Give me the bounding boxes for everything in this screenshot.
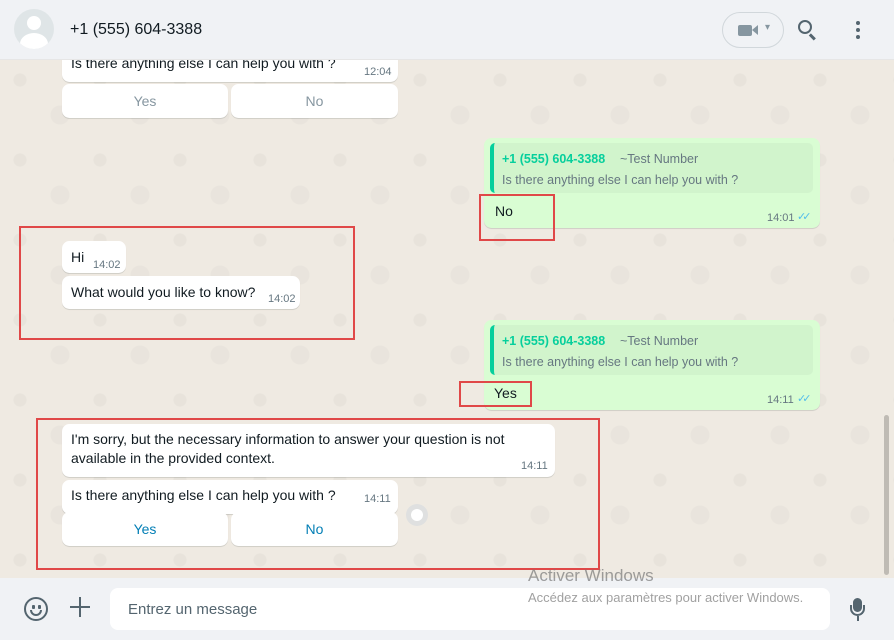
quote-text: Is there anything else I can help you wi… bbox=[502, 355, 739, 369]
quote-sender: +1 (555) 604-3388 bbox=[502, 334, 606, 348]
quick-reply-yes-button[interactable]: Yes bbox=[62, 84, 228, 118]
quote-text: Is there anything else I can help you wi… bbox=[502, 173, 739, 187]
contact-name[interactable]: +1 (555) 604-3388 bbox=[70, 21, 202, 39]
windows-activation-title: Activer Windows bbox=[528, 566, 654, 585]
windows-activation-subtitle: Accédez aux paramètres pour activer Wind… bbox=[528, 590, 804, 605]
quoted-message[interactable]: +1 (555) 604-3388 ~Test Number Is there … bbox=[490, 143, 813, 193]
quick-reply-no-button[interactable]: No bbox=[231, 84, 398, 118]
highlight-box bbox=[459, 381, 532, 407]
menu-icon[interactable] bbox=[849, 18, 867, 42]
quoted-message[interactable]: +1 (555) 604-3388 ~Test Number Is there … bbox=[490, 325, 813, 375]
quote-sender-alias: ~Test Number bbox=[620, 152, 699, 166]
chat-area[interactable]: Is there anything else I can help you wi… bbox=[0, 60, 894, 578]
microphone-icon[interactable] bbox=[850, 598, 866, 622]
message-bubble-outgoing: +1 (555) 604-3388 ~Test Number Is there … bbox=[484, 320, 820, 410]
highlight-box bbox=[479, 194, 555, 241]
chat-header: +1 (555) 604-3388 ▾ bbox=[0, 0, 894, 60]
video-camera-icon bbox=[738, 25, 752, 36]
chat-scrollbar[interactable] bbox=[884, 415, 889, 575]
message-bubble-incoming: Is there anything else I can help you wi… bbox=[62, 60, 398, 82]
avatar-icon[interactable] bbox=[14, 9, 54, 49]
message-time: 14:01 bbox=[767, 212, 795, 224]
video-call-button[interactable]: ▾ bbox=[722, 12, 784, 48]
read-receipt-icon: ✓✓ bbox=[797, 393, 812, 405]
message-time: 12:04 bbox=[364, 66, 392, 78]
quote-sender: +1 (555) 604-3388 bbox=[502, 152, 606, 166]
search-icon[interactable] bbox=[796, 18, 820, 42]
read-receipt-icon: ✓✓ bbox=[797, 211, 812, 223]
highlight-box bbox=[19, 226, 355, 340]
emoji-icon[interactable] bbox=[24, 597, 48, 621]
chevron-down-icon: ▾ bbox=[765, 22, 771, 33]
message-time: 14:11 bbox=[767, 394, 794, 406]
attach-plus-icon[interactable] bbox=[70, 597, 90, 617]
message-text: Is there anything else I can help you wi… bbox=[71, 60, 336, 71]
message-composer bbox=[0, 578, 894, 640]
quote-sender-alias: ~Test Number bbox=[620, 334, 699, 348]
highlight-box bbox=[36, 418, 600, 570]
